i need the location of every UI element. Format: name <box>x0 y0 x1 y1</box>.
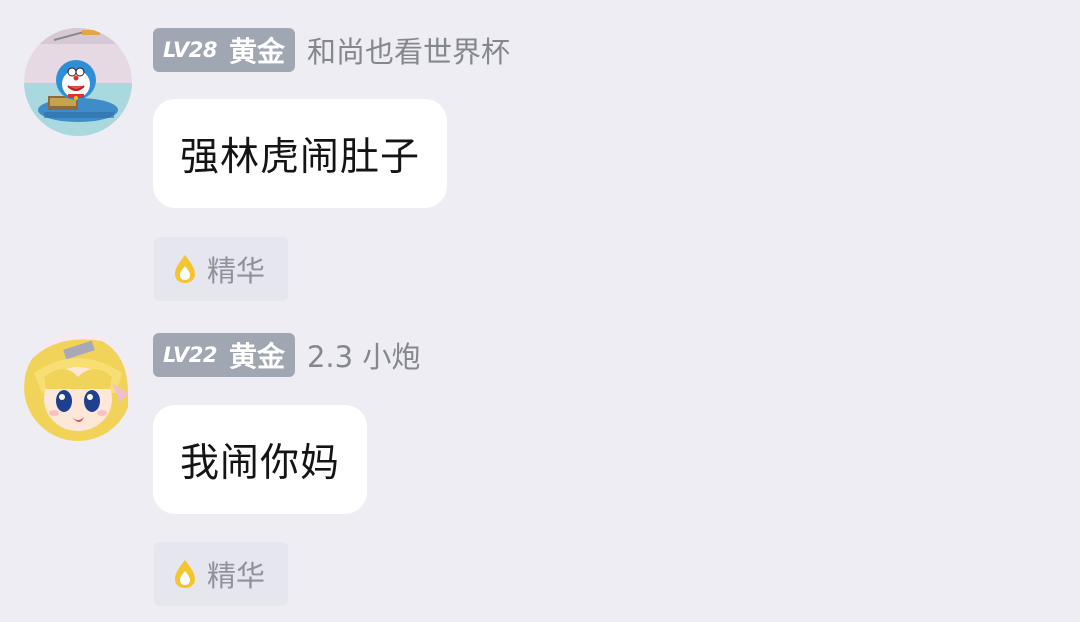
comment-text: 强林虎闹肚子 <box>180 134 421 180</box>
tag-label: 精华 <box>207 559 266 593</box>
avatar[interactable] <box>24 28 132 136</box>
anime-girl-avatar-icon <box>24 333 132 441</box>
essence-tag[interactable]: 精华 <box>154 237 288 301</box>
rank-label: 黄金 <box>228 340 285 373</box>
avatar[interactable] <box>24 333 132 441</box>
flame-icon <box>175 255 195 283</box>
comment-text: 我闹你妈 <box>180 440 341 486</box>
level-badge: LV22 黄金 <box>153 333 295 377</box>
rank-label: 黄金 <box>228 35 285 68</box>
essence-tag[interactable]: 精华 <box>154 542 288 606</box>
level-label: LV22 <box>163 343 217 367</box>
doraemon-avatar-icon <box>24 28 132 136</box>
flame-icon <box>175 560 195 588</box>
nickname[interactable]: 2.3 小炮 <box>307 334 420 376</box>
comment-meta: LV22 黄金 2.3 小炮 <box>153 333 420 377</box>
tag-label: 精华 <box>207 254 266 288</box>
comment-meta: LV28 黄金 和尚也看世界杯 <box>153 28 510 72</box>
level-label: LV28 <box>163 38 217 62</box>
nickname[interactable]: 和尚也看世界杯 <box>307 29 510 71</box>
comment-bubble[interactable]: 我闹你妈 <box>153 405 368 514</box>
level-badge: LV28 黄金 <box>153 28 295 72</box>
comment-bubble[interactable]: 强林虎闹肚子 <box>153 99 448 208</box>
